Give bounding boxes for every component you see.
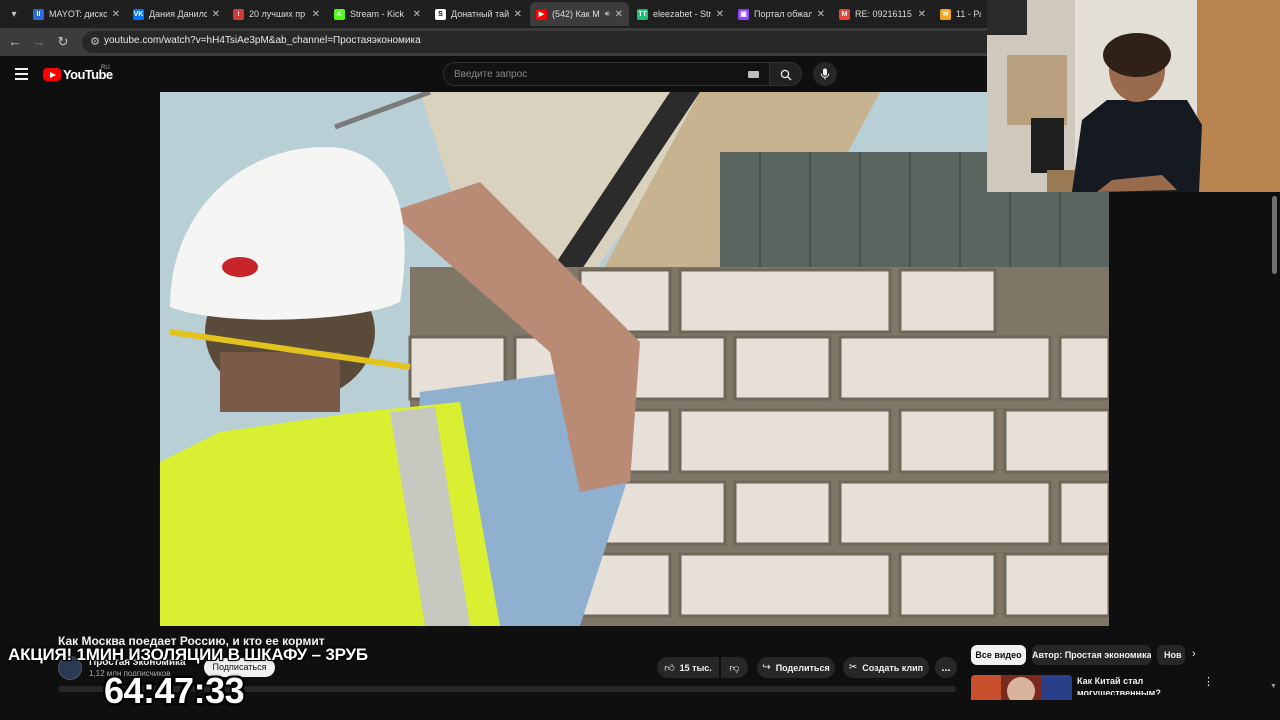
recommendation-menu-icon[interactable]: ⋮ — [1203, 675, 1214, 688]
tab-favicon-icon: K — [334, 8, 345, 20]
close-tab-icon[interactable]: ✕ — [716, 9, 724, 20]
chevron-right-icon[interactable]: › — [1192, 648, 1196, 660]
promo-overlay-text: АКЦИЯ! 1МИН ИЗОЛЯЦИИ В ШКАФУ – 3РУБ — [8, 645, 368, 664]
browser-tab[interactable]: ✉ 11 - Расс — [934, 2, 987, 26]
tab-favicon-icon: TT — [637, 8, 648, 20]
site-info-icon[interactable]: ⚙ — [88, 35, 102, 49]
share-icon: ↪ — [762, 662, 771, 673]
tab-favicon-icon: ! — [233, 8, 244, 20]
tab-search-chevron-icon[interactable]: ▾ — [4, 4, 24, 24]
tab-title: RE: 09216115 — [855, 9, 912, 19]
speaker-icon[interactable]: 🔊︎ — [605, 9, 610, 19]
tab-favicon-icon: ✉ — [940, 8, 951, 20]
browser-tab[interactable]: ! 20 лучших пр ✕ — [227, 2, 326, 26]
youtube-logo-icon[interactable] — [43, 68, 61, 81]
close-tab-icon[interactable]: ✕ — [918, 9, 926, 20]
more-actions-button[interactable]: ... — [935, 657, 957, 678]
create-clip-button[interactable]: ✂ Создать клип — [843, 657, 929, 678]
browser-tab[interactable]: TT eleezabet - Str ✕ — [631, 2, 730, 26]
search-input[interactable]: Введите запрос — [443, 62, 770, 86]
forward-arrow-icon[interactable]: → — [31, 34, 47, 50]
region-code: RU — [101, 65, 110, 71]
tab-title: Stream - Kick — [350, 9, 405, 19]
tab-favicon-icon: M — [839, 8, 850, 20]
tab-favicon-icon: ▶ — [536, 8, 547, 20]
keyboard-icon[interactable] — [748, 71, 759, 78]
close-tab-icon[interactable]: ✕ — [312, 9, 320, 20]
browser-tab[interactable]: ▶ (542) Как М 🔊︎ ✕ — [530, 2, 629, 26]
close-tab-icon[interactable]: ✕ — [212, 9, 220, 20]
thumbs-down-icon: 👎︎ — [729, 662, 740, 674]
browser-tab[interactable]: M RE: 09216115 ✕ — [833, 2, 932, 26]
close-tab-icon[interactable]: ✕ — [413, 9, 421, 20]
url-text[interactable]: youtube.com/watch?v=hH4TsiAe3pM&ab_chann… — [104, 35, 421, 46]
recommendation-thumbnail-image — [971, 675, 1072, 700]
video-frame-image — [160, 92, 1109, 626]
chip-author[interactable]: Автор: Простая экономика — [1032, 645, 1151, 665]
tab-title: 20 лучших пр — [249, 9, 306, 19]
page-scrollbar[interactable] — [1272, 196, 1277, 274]
close-tab-icon[interactable]: ✕ — [514, 9, 522, 20]
browser-tab[interactable]: K Stream - Kick ✕ — [328, 2, 427, 26]
chip-new[interactable]: Нов — [1157, 645, 1185, 665]
stream-timer: 64:47:33 — [104, 670, 245, 711]
browser-tab[interactable]: S Донатный тай ✕ — [429, 2, 528, 26]
tab-favicon-icon: S — [435, 8, 446, 20]
tab-title: Портал обжал — [754, 9, 812, 19]
back-arrow-icon[interactable]: ← — [7, 34, 23, 50]
close-tab-icon[interactable]: ✕ — [112, 9, 120, 20]
search-button[interactable] — [769, 62, 802, 86]
microphone-icon — [820, 68, 830, 80]
tab-favicon-icon: ▣ — [738, 8, 749, 20]
tab-title: Дания Данилс — [149, 9, 207, 19]
tab-title: (542) Как М — [552, 9, 600, 19]
tab-title: MAYOT: диско — [49, 9, 107, 19]
tab-favicon-icon: VK — [133, 8, 144, 20]
close-tab-icon[interactable]: ✕ — [615, 9, 623, 20]
browser-tab[interactable]: II MAYOT: диско ✕ — [27, 2, 126, 26]
browser-tab[interactable]: VK Дания Данилс ✕ — [127, 2, 226, 26]
tab-title: eleezabet - Str — [653, 9, 711, 19]
search-placeholder: Введите запрос — [454, 69, 528, 80]
share-label: Поделиться — [775, 662, 830, 673]
voice-search-button[interactable] — [813, 62, 837, 86]
close-tab-icon[interactable]: ✕ — [817, 9, 825, 20]
reload-icon[interactable]: ↻ — [55, 34, 71, 50]
tab-title: 11 - Расс — [956, 9, 981, 19]
like-button[interactable]: 👍︎ 15 тыс. — [657, 657, 719, 678]
webcam-overlay — [987, 0, 1280, 192]
recommendation-title[interactable]: Как Китай стал могущественным? Полное — [1077, 675, 1195, 695]
dislike-button[interactable]: 👎︎ — [721, 657, 748, 678]
video-player[interactable] — [160, 92, 1109, 626]
clip-label: Создать клип — [862, 662, 924, 673]
like-count: 15 тыс. — [679, 662, 712, 673]
scroll-down-arrow-icon[interactable]: ▼ — [1270, 683, 1277, 690]
tab-favicon-icon: II — [33, 8, 44, 20]
tab-title: Донатный тай — [451, 9, 509, 19]
search-icon — [780, 69, 791, 81]
chip-all-videos[interactable]: Все видео — [971, 645, 1026, 665]
menu-icon[interactable] — [15, 68, 28, 80]
thumbs-up-icon: 👍︎ — [664, 662, 675, 674]
share-button[interactable]: ↪ Поделиться — [757, 657, 835, 678]
browser-tab[interactable]: ▣ Портал обжал ✕ — [732, 2, 831, 26]
recommendation-thumbnail[interactable] — [971, 675, 1072, 700]
scissors-icon: ✂ — [848, 662, 858, 673]
webcam-image — [987, 0, 1280, 192]
